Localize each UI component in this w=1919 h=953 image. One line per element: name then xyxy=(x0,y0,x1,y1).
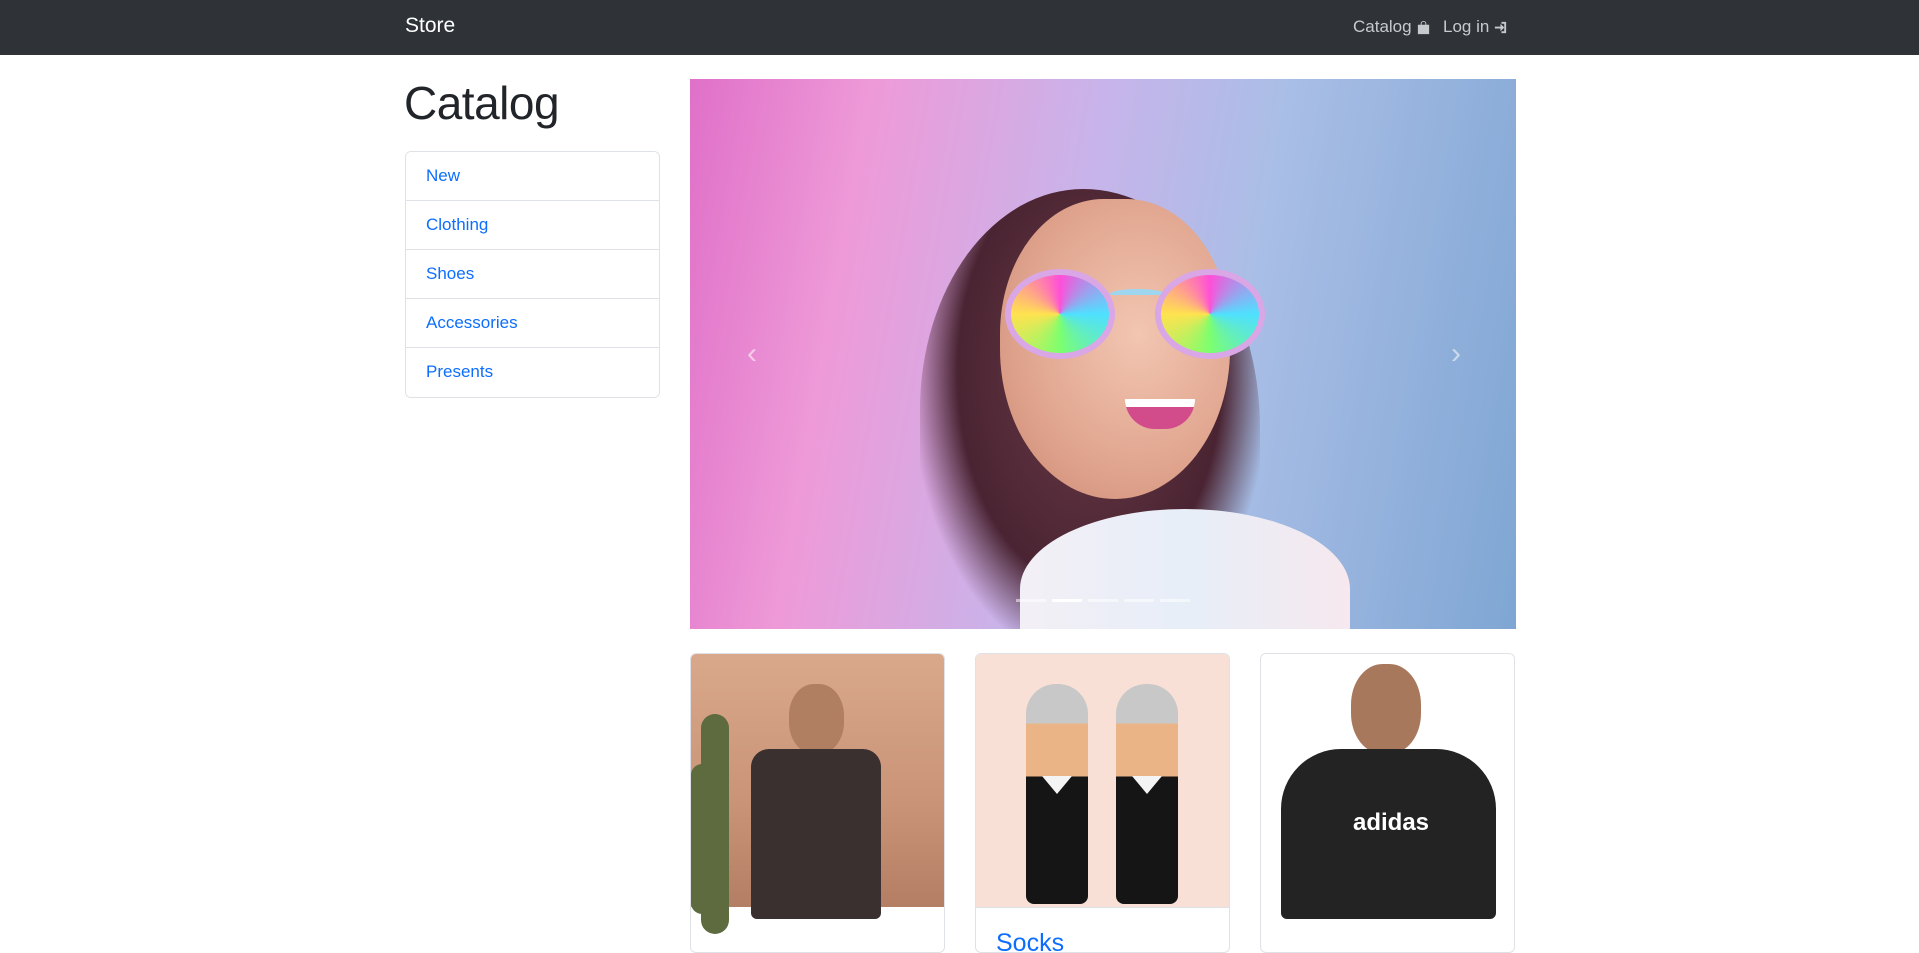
product-title-socks[interactable]: Socks xyxy=(996,929,1064,952)
model-head xyxy=(1351,664,1421,754)
carousel-prev-button[interactable]: ‹ xyxy=(737,339,767,369)
carousel-indicator-2[interactable] xyxy=(1052,599,1082,602)
sunglasses-bridge xyxy=(1110,289,1165,299)
nav-catalog-link[interactable]: Catalog xyxy=(1353,17,1431,37)
product-card-tshirt[interactable] xyxy=(690,653,945,953)
hero-carousel: ‹ › xyxy=(690,79,1516,629)
sunglasses-lens-left xyxy=(1005,269,1115,359)
page-title: Catalog xyxy=(404,77,560,129)
nav-catalog-label: Catalog xyxy=(1353,17,1412,36)
product-image-socks[interactable] xyxy=(976,654,1229,907)
carousel-indicators xyxy=(1016,599,1190,602)
product-card-hoodie[interactable]: adidas xyxy=(1260,653,1515,953)
product-image-hoodie[interactable]: adidas xyxy=(1261,654,1514,919)
card-divider xyxy=(976,907,1229,908)
product-card-socks[interactable]: Socks xyxy=(975,653,1230,953)
chevron-left-icon: ‹ xyxy=(747,337,757,370)
tshirt-shape xyxy=(751,749,881,919)
carousel-indicator-4[interactable] xyxy=(1124,599,1154,602)
cactus-shape xyxy=(691,764,713,914)
carousel-indicator-5[interactable] xyxy=(1160,599,1190,602)
brand-link[interactable]: Store xyxy=(405,14,455,38)
sock-shape-right xyxy=(1116,684,1178,904)
category-item-shoes[interactable]: Shoes xyxy=(406,250,659,299)
category-item-accessories[interactable]: Accessories xyxy=(406,299,659,348)
model-head xyxy=(789,684,844,754)
sock-shape-left xyxy=(1026,684,1088,904)
top-navbar: Store Catalog Log in xyxy=(0,0,1919,55)
product-image-tshirt[interactable] xyxy=(691,654,944,934)
sock-collar xyxy=(1132,776,1162,794)
nav-login-label: Log in xyxy=(1443,17,1490,36)
carousel-indicator-3[interactable] xyxy=(1088,599,1118,602)
carousel-next-button[interactable]: › xyxy=(1441,339,1471,369)
sign-in-icon xyxy=(1495,21,1507,33)
category-list: New Clothing Shoes Accessories Presents xyxy=(405,151,660,398)
nav-login-link[interactable]: Log in xyxy=(1443,17,1508,37)
hoodie-logo-text: adidas xyxy=(1352,809,1430,836)
carousel-image-sunglasses xyxy=(980,254,1270,364)
shopping-bag-icon xyxy=(1417,20,1429,34)
category-item-presents[interactable]: Presents xyxy=(406,348,659,397)
chevron-right-icon: › xyxy=(1451,337,1461,370)
sunglasses-lens-right xyxy=(1155,269,1265,359)
category-item-new[interactable]: New xyxy=(406,152,659,201)
carousel-indicator-1[interactable] xyxy=(1016,599,1046,602)
category-item-clothing[interactable]: Clothing xyxy=(406,201,659,250)
sock-collar xyxy=(1042,776,1072,794)
